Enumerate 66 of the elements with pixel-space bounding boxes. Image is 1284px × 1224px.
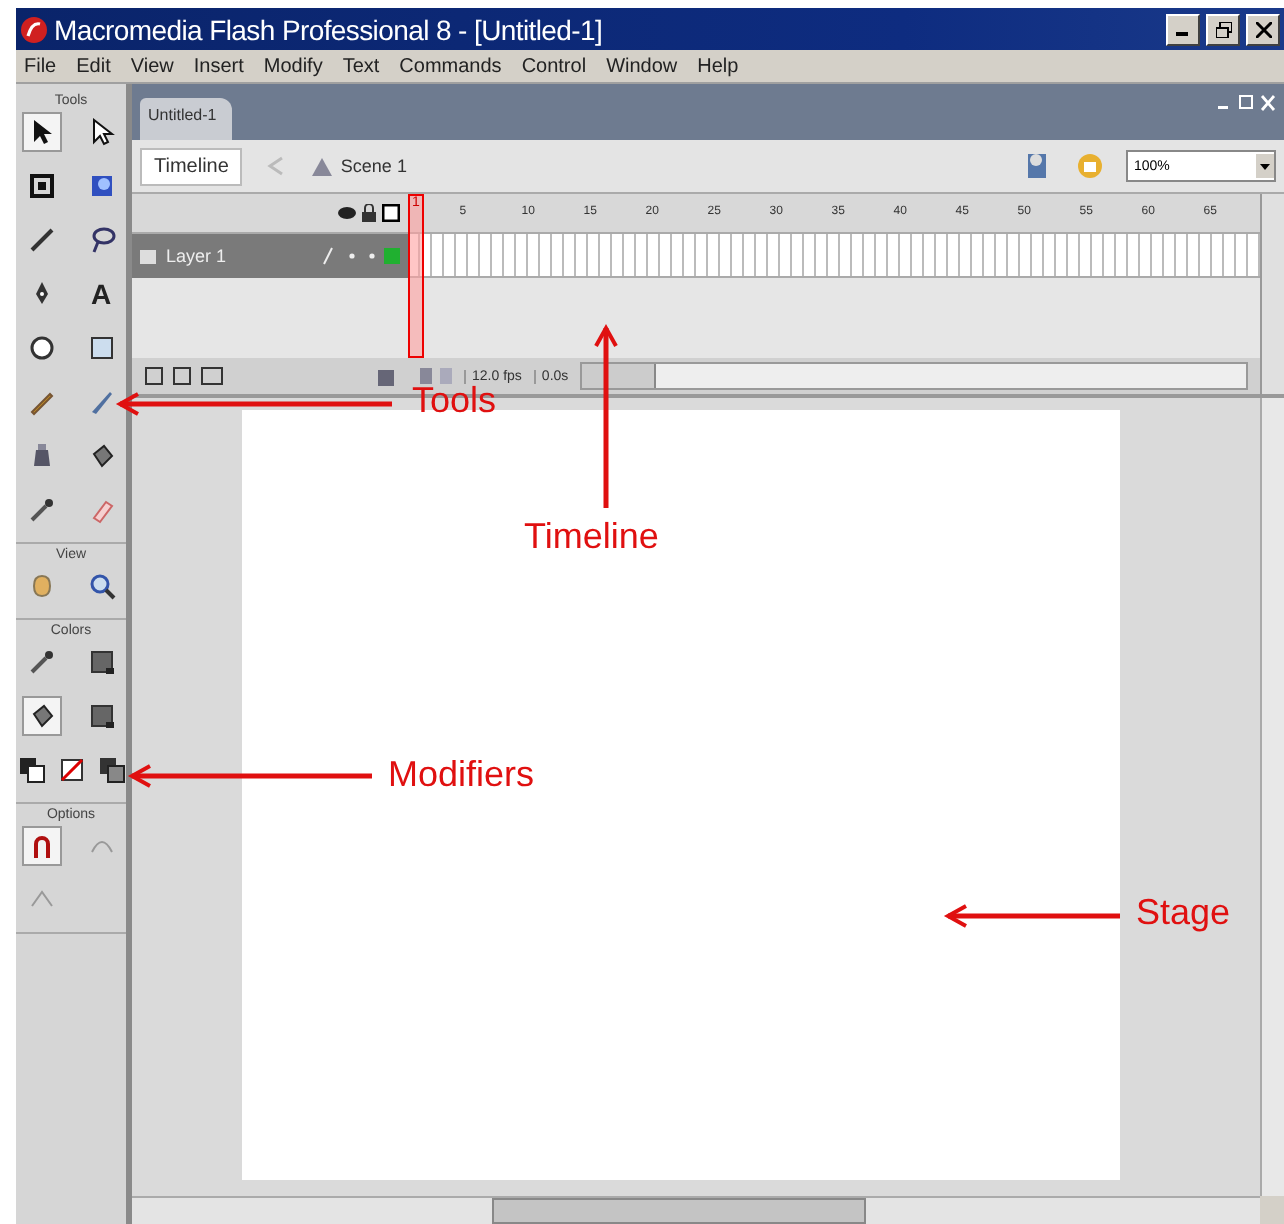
timeline-scrollbar[interactable] [580,362,1248,390]
default-colors-icon [17,756,45,784]
lock-icon [362,204,376,222]
scene-link[interactable]: Scene 1 [310,154,407,178]
hand-icon [27,572,55,600]
minimize-button[interactable] [1166,13,1200,45]
line-icon [27,226,55,254]
onion-skin-icon [420,368,452,384]
close-button[interactable] [1246,13,1280,45]
timeline-button[interactable]: Timeline [140,147,243,185]
gradient-icon [87,172,115,200]
no-color-icon [57,756,85,784]
rectangle-icon [87,334,115,362]
restore-button[interactable] [1206,13,1240,45]
swatch-icon [87,648,115,676]
menu-item[interactable]: File [24,55,57,77]
layer-name: Layer 1 [166,246,229,266]
bucket-icon [27,702,55,730]
tool-button[interactable]: A [81,274,121,314]
layer-icon [140,247,158,265]
eraser-icon [87,496,115,524]
tool-button[interactable] [21,696,61,736]
close-icon [1255,21,1271,37]
scene-icon [310,154,335,178]
app-logo-icon [20,15,48,43]
timeline-vertical-scrollbar[interactable] [1260,194,1284,394]
callout-label: Stage [1136,892,1231,934]
callout-label: Modifiers [388,754,535,796]
pencil-icon [27,388,55,416]
callout-label: Timeline [524,516,659,558]
outline-icon [382,204,400,222]
eyedropper-icon [27,496,55,524]
tool-button[interactable] [21,112,61,152]
window-controls-icon [1216,94,1276,112]
swatch-icon [87,702,115,730]
vertical-scrollbar[interactable] [1260,398,1284,1196]
menu-item[interactable]: Edit [76,55,111,77]
tool-button[interactable] [21,826,61,866]
menu-item[interactable]: Insert [193,55,244,77]
menu-item[interactable]: Control [521,55,587,77]
layer-row[interactable]: Layer 1 [132,234,408,278]
layer-state-icon [320,246,400,266]
menu-item[interactable]: Help [697,55,739,77]
trash-icon [376,366,396,386]
menu-item[interactable]: Window [606,55,678,77]
eye-icon [338,206,356,220]
menu-item[interactable]: Text [342,55,380,77]
swap-colors-icon [97,756,125,784]
callout-label: Tools [412,380,497,422]
brush-icon [87,388,115,416]
edit-scene-icon [1074,150,1106,182]
lasso-icon [87,226,115,254]
document-tab[interactable]: Untitled-1 [140,98,233,140]
menu-item[interactable]: View [130,55,174,77]
zoom-icon [87,572,115,600]
text-tool-label: A [90,278,112,310]
bucket-icon [87,442,115,470]
pointer-icon [87,118,115,146]
menu-item[interactable]: Commands [399,55,502,77]
window-title: Macromedia Flash Professional 8 - [Untitled-1] [54,13,605,45]
restore-icon [1215,21,1231,37]
oval-icon [27,334,55,362]
horizontal-scrollbar[interactable] [132,1196,1260,1224]
eyedropper-icon [27,648,55,676]
transform-icon [27,172,55,200]
menu-item[interactable]: Modify [263,55,323,77]
